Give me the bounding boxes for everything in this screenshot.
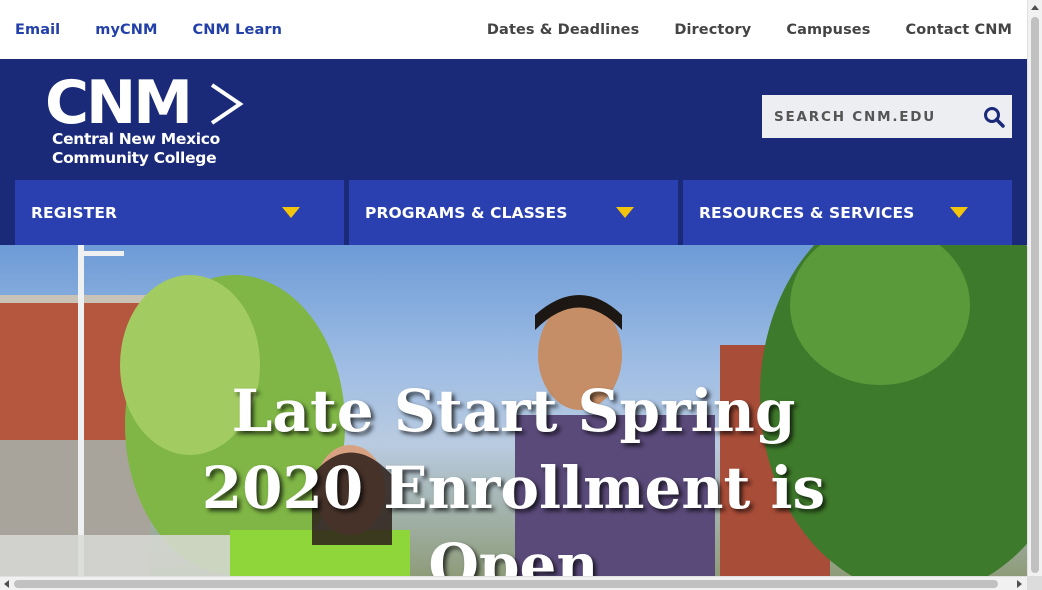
utility-bar: Email myCNM CNM Learn Dates & Deadlines …	[0, 0, 1027, 59]
nav-resources-services-label: RESOURCES & SERVICES	[699, 203, 915, 222]
hero-headline-line-3: Open	[428, 531, 599, 576]
horizontal-scrollbar[interactable]	[0, 576, 1027, 590]
nav-programs-classes-label: PROGRAMS & CLASSES	[365, 203, 568, 222]
main-nav: REGISTER PROGRAMS & CLASSES RESOURCES & …	[15, 180, 1012, 245]
logo-chevron-icon	[210, 83, 244, 125]
search-input[interactable]	[774, 95, 974, 138]
logo-college-name: Central New Mexico Community College	[52, 130, 220, 168]
caret-down-icon	[616, 207, 634, 218]
nav-register-label: REGISTER	[31, 203, 118, 222]
campuses-link[interactable]: Campuses	[786, 22, 870, 38]
horizontal-scroll-thumb[interactable]	[14, 580, 998, 588]
nav-register[interactable]: REGISTER	[15, 180, 344, 245]
utility-links-left: Email myCNM CNM Learn	[15, 22, 317, 38]
cnm-learn-link[interactable]: CNM Learn	[193, 22, 283, 38]
caret-down-icon	[282, 207, 300, 218]
logo-line-1: Central New Mexico	[52, 130, 221, 148]
dates-deadlines-link[interactable]: Dates & Deadlines	[487, 22, 639, 38]
scroll-up-icon[interactable]	[1031, 5, 1039, 10]
nav-programs-classes[interactable]: PROGRAMS & CLASSES	[349, 180, 678, 245]
hero-headline: Late Start Spring 2020 Enrollment is Ope…	[0, 373, 1027, 576]
contact-cnm-link[interactable]: Contact CNM	[905, 22, 1012, 38]
scrollbar-corner	[1027, 576, 1042, 590]
logo-line-2: Community College	[52, 149, 217, 167]
nav-resources-services[interactable]: RESOURCES & SERVICES	[683, 180, 1012, 245]
email-link[interactable]: Email	[15, 22, 60, 38]
hero-headline-line-1: Late Start Spring	[231, 377, 796, 445]
utility-links-right: Dates & Deadlines Directory Campuses Con…	[452, 22, 1012, 38]
scroll-right-icon[interactable]	[1017, 580, 1022, 588]
mycnm-link[interactable]: myCNM	[95, 22, 157, 38]
hero-headline-line-2: 2020 Enrollment is	[201, 454, 826, 522]
cnm-logo[interactable]: CNM Central New Mexico Community College	[45, 68, 255, 171]
directory-link[interactable]: Directory	[674, 22, 751, 38]
search-icon[interactable]	[983, 106, 1005, 128]
caret-down-icon	[950, 207, 968, 218]
vertical-scrollbar[interactable]	[1027, 0, 1042, 576]
search-box	[762, 95, 1012, 138]
scroll-left-icon[interactable]	[4, 580, 9, 588]
logo-wordmark: CNM	[45, 68, 193, 138]
hero-banner[interactable]: Late Start Spring 2020 Enrollment is Ope…	[0, 245, 1027, 576]
site-header: CNM Central New Mexico Community College…	[0, 59, 1027, 245]
vertical-scroll-thumb[interactable]	[1031, 17, 1039, 573]
